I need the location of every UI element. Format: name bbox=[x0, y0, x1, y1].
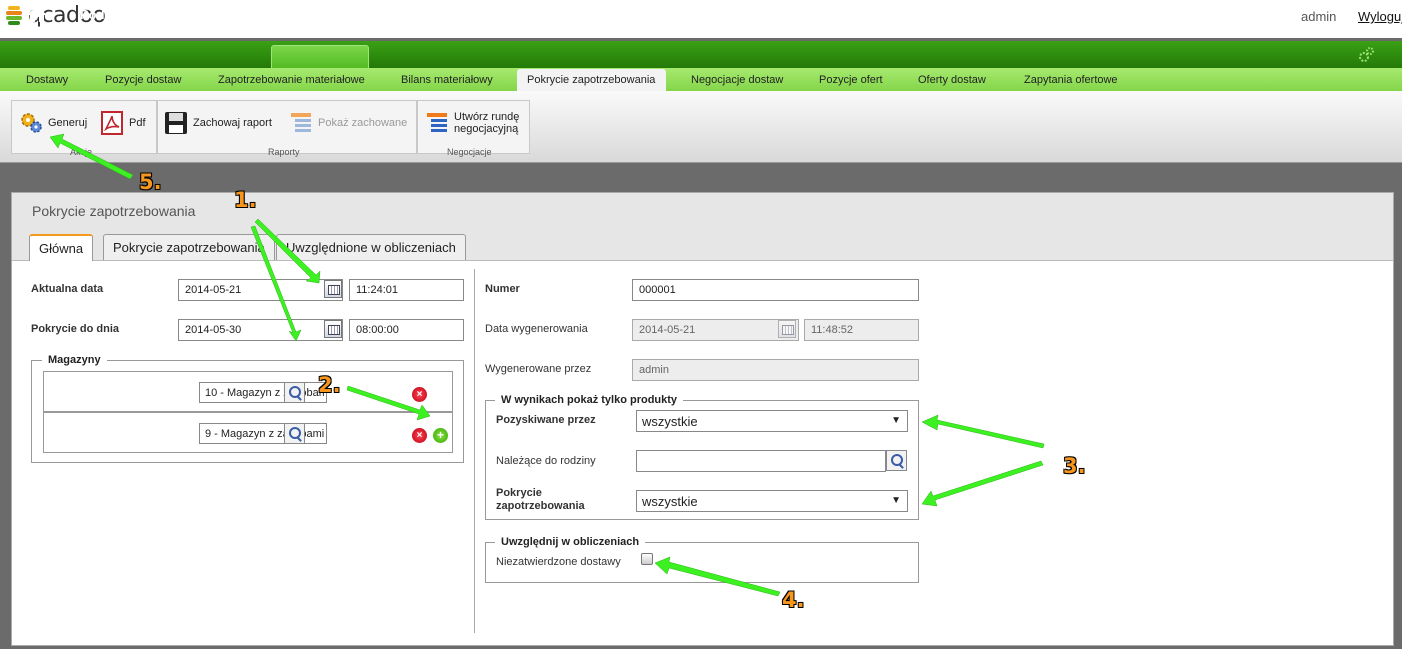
generate-label: Generuj bbox=[48, 117, 88, 129]
save-report-label: Zachowaj raport bbox=[193, 117, 272, 129]
save-report-button[interactable]: Zachowaj raport bbox=[164, 111, 272, 135]
generated-date-label: Data wygenerowania bbox=[485, 323, 588, 335]
family-label: Należące do rodziny bbox=[496, 455, 596, 467]
pdf-icon bbox=[101, 111, 123, 135]
warehouse-row: 9 - Magazyn z zasobami × + bbox=[43, 412, 453, 453]
main-nav-podstawowe[interactable]: Podstawowe bbox=[80, 7, 159, 22]
tab-pokrycie-zapotrzebowania[interactable]: Pokrycie zapotrzebowania bbox=[103, 234, 275, 260]
tab-glowna[interactable]: Główna bbox=[29, 234, 94, 261]
cover-to-date-field[interactable]: 2014-05-30 bbox=[178, 319, 343, 341]
coverage-label-line2: zapotrzebowania bbox=[496, 500, 585, 512]
list-icon bbox=[427, 113, 447, 132]
floppy-disk-icon bbox=[165, 112, 187, 134]
create-negotiation-round-button[interactable]: Utwórz rundę negocjacyjną bbox=[425, 111, 519, 135]
current-date-field[interactable]: 2014-05-21 bbox=[178, 279, 343, 301]
sub-nav-dostawy[interactable]: Dostawy bbox=[26, 74, 68, 86]
family-field[interactable] bbox=[636, 450, 886, 472]
show-saved-button[interactable]: Pokaż zachowane bbox=[289, 111, 407, 135]
main-nav-technologie[interactable]: Technologie bbox=[184, 7, 260, 22]
main-nav-zaopatrzenie[interactable]: Zaopatrzenie bbox=[283, 7, 363, 22]
coverage-label-line1: Pokrycie bbox=[496, 487, 542, 499]
home-icon[interactable] bbox=[26, 5, 48, 23]
acquired-by-value: wszystkie bbox=[642, 414, 698, 429]
warehouse-row: 10 - Magazyn z zasobami × bbox=[43, 371, 453, 412]
main-nav-kalkulacje[interactable]: Kalkulacje bbox=[469, 7, 533, 22]
annotation-label-4: 4. bbox=[782, 588, 805, 612]
annotation-label-5: 5. bbox=[139, 170, 162, 194]
dropdown-arrow-icon: ▼ bbox=[891, 495, 901, 506]
remove-row-icon[interactable]: × bbox=[412, 428, 427, 443]
tab-uwzglednione[interactable]: Uwzględnione w obliczeniach bbox=[276, 234, 466, 260]
cover-to-time-field[interactable]: 08:00:00 bbox=[349, 319, 464, 341]
logo-icon bbox=[4, 4, 24, 28]
main-nav-jakosc[interactable]: Jakość bbox=[842, 7, 886, 22]
warehouses-legend: Magazyny bbox=[42, 354, 107, 366]
warehouse-field[interactable]: 10 - Magazyn z zasobami bbox=[199, 382, 327, 403]
main-nav-planowanie[interactable]: Planowanie bbox=[558, 7, 630, 22]
unconfirmed-deliveries-checkbox[interactable] bbox=[641, 553, 653, 565]
coverage-select[interactable]: wszystkie ▼ bbox=[636, 490, 908, 512]
include-legend: Uwzględnij w obliczeniach bbox=[495, 536, 646, 548]
annotation-label-2: 2. bbox=[318, 373, 341, 397]
logout-link[interactable]: Wyloguj bbox=[1358, 9, 1402, 24]
family-search-icon[interactable] bbox=[886, 450, 907, 471]
main-nav-rejestracja[interactable]: Rejestracja bbox=[654, 7, 723, 22]
generated-date-field: 2014-05-21 bbox=[632, 319, 799, 341]
current-time-field[interactable]: 11:24:01 bbox=[349, 279, 464, 301]
number-field[interactable]: 000001 bbox=[632, 279, 919, 301]
warehouse-search-icon[interactable] bbox=[284, 382, 305, 403]
acquired-by-label: Pozyskiwane przez bbox=[496, 414, 596, 426]
pdf-button[interactable]: Pdf bbox=[100, 111, 146, 135]
coverage-label: Pokrycie zapotrzebowania bbox=[496, 487, 585, 513]
ribbon-group-negotiations-label: Negocjacje bbox=[447, 147, 492, 157]
generated-time-field: 11:48:52 bbox=[804, 319, 919, 341]
pdf-label: Pdf bbox=[129, 117, 146, 129]
settings-gear-icon[interactable] bbox=[1358, 47, 1374, 63]
ribbon-group-actions-label: Akcje bbox=[70, 147, 93, 157]
show-saved-label: Pokaż zachowane bbox=[318, 117, 408, 129]
number-label: Numer bbox=[485, 283, 520, 295]
generated-by-field: admin bbox=[632, 359, 919, 381]
main-nav bbox=[0, 41, 1402, 68]
sub-nav-zapotrzebowanie[interactable]: Zapotrzebowanie materiałowe bbox=[218, 74, 365, 86]
cover-to-calendar-icon[interactable] bbox=[324, 320, 342, 338]
main-nav-genealogia[interactable]: Genealogia bbox=[749, 7, 819, 22]
sub-nav-pozycje-dostaw[interactable]: Pozycje dostaw bbox=[105, 74, 181, 86]
generate-button[interactable]: Generuj bbox=[19, 111, 87, 135]
sub-nav-pozycje-ofert[interactable]: Pozycje ofert bbox=[819, 74, 883, 86]
warehouse-field[interactable]: 9 - Magazyn z zasobami bbox=[199, 423, 327, 444]
column-divider bbox=[474, 269, 475, 633]
dropdown-arrow-icon: ▼ bbox=[891, 415, 901, 426]
products-filter-legend: W wynikach pokaż tylko produkty bbox=[495, 394, 684, 406]
main-nav-przeplyw[interactable]: Przepływ bbox=[387, 7, 443, 22]
unconfirmed-deliveries-label: Niezatwierdzone dostawy bbox=[496, 556, 621, 568]
create-round-label-2: negocjacyjną bbox=[454, 123, 519, 135]
generated-date-calendar-icon bbox=[778, 320, 796, 338]
current-date-label: Aktualna data bbox=[31, 283, 104, 295]
annotation-label-3: 3. bbox=[1063, 454, 1086, 478]
current-date-calendar-icon[interactable] bbox=[324, 280, 342, 298]
create-round-label-1: Utwórz rundę bbox=[454, 111, 520, 123]
acquired-by-select[interactable]: wszystkie ▼ bbox=[636, 410, 908, 432]
annotation-label-1: 1. bbox=[234, 188, 257, 212]
sub-nav-bilans[interactable]: Bilans materiałowy bbox=[401, 74, 493, 86]
sub-nav-zapytania[interactable]: Zapytania ofertowe bbox=[1024, 74, 1118, 86]
warehouse-search-icon[interactable] bbox=[284, 423, 305, 444]
ribbon-group-reports-label: Raporty bbox=[268, 147, 300, 157]
sub-nav-negocjacje[interactable]: Negocjacje dostaw bbox=[691, 74, 783, 86]
coverage-value: wszystkie bbox=[642, 494, 698, 509]
generated-by-label: Wygenerowane przez bbox=[485, 363, 592, 375]
window-title: Pokrycie zapotrzebowania bbox=[32, 203, 196, 219]
current-user: admin bbox=[1301, 9, 1337, 24]
list-icon bbox=[291, 113, 311, 132]
cover-to-label: Pokrycie do dnia bbox=[31, 323, 120, 335]
generate-gears-icon bbox=[21, 113, 42, 133]
sub-nav-pokrycie[interactable]: Pokrycie zapotrzebowania bbox=[527, 74, 655, 86]
sub-nav-oferty-dostaw[interactable]: Oferty dostaw bbox=[918, 74, 986, 86]
add-row-icon[interactable]: + bbox=[433, 428, 448, 443]
remove-row-icon[interactable]: × bbox=[412, 387, 427, 402]
